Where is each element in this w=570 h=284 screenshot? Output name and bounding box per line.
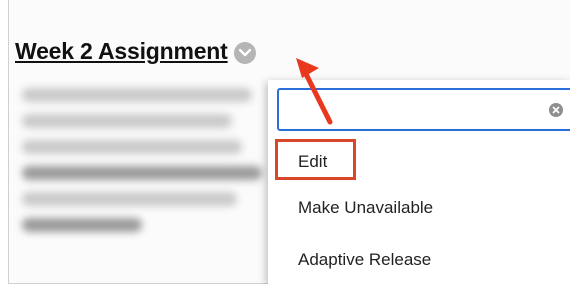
edit-highlight-box [275, 139, 356, 180]
item-description [22, 88, 272, 244]
close-icon[interactable] [549, 103, 563, 117]
menu-item-make-unavailable[interactable]: Make Unavailable [298, 198, 433, 218]
item-options-button[interactable] [233, 41, 256, 64]
chevron-down-icon [238, 48, 251, 56]
arrow-icon [296, 58, 333, 125]
item-title-link[interactable]: Week 2 Assignment [15, 38, 228, 65]
menu-item-adaptive-release[interactable]: Adaptive Release [298, 250, 431, 270]
item-header: Week 2 Assignment [15, 38, 256, 65]
